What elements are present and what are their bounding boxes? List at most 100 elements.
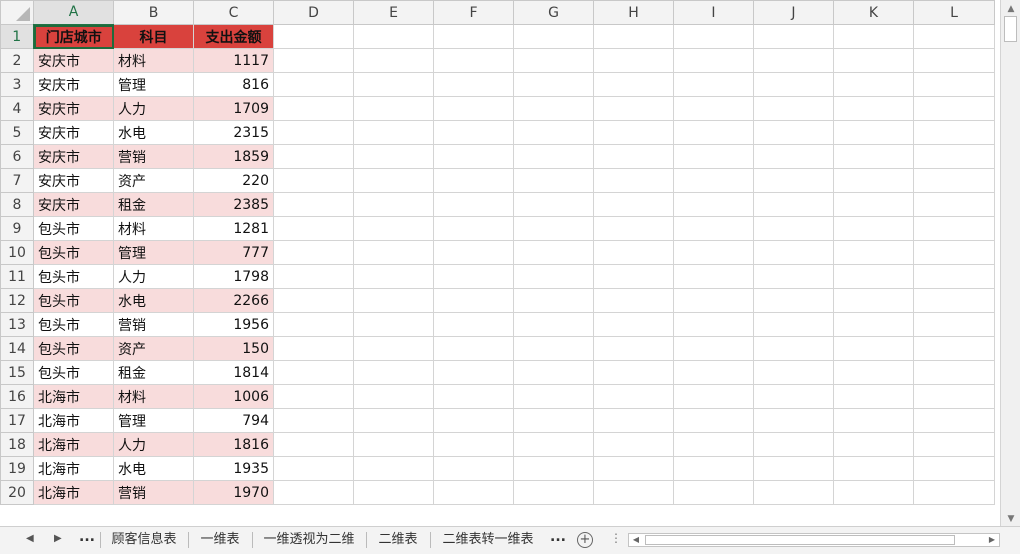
empty-cell[interactable] — [593, 240, 674, 265]
empty-cell[interactable] — [833, 408, 914, 433]
empty-cell[interactable] — [513, 240, 594, 265]
row-header[interactable]: 8 — [0, 192, 34, 217]
cell-amount[interactable]: 1814 — [193, 360, 274, 385]
empty-cell[interactable] — [513, 432, 594, 457]
empty-cell[interactable] — [673, 312, 754, 337]
empty-cell[interactable] — [753, 216, 834, 241]
empty-cell[interactable] — [353, 168, 434, 193]
empty-cell[interactable] — [673, 216, 754, 241]
empty-cell[interactable] — [433, 120, 514, 145]
empty-cell[interactable] — [273, 216, 354, 241]
cell-city[interactable]: 北海市 — [33, 432, 114, 457]
cell-amount[interactable]: 2315 — [193, 120, 274, 145]
empty-cell[interactable] — [353, 192, 434, 217]
empty-cell[interactable] — [353, 264, 434, 289]
column-header-j[interactable]: J — [753, 0, 834, 25]
empty-cell[interactable] — [593, 288, 674, 313]
scroll-left-icon[interactable]: ◀ — [630, 534, 642, 546]
empty-cell[interactable] — [353, 408, 434, 433]
cell-city[interactable]: 包头市 — [33, 336, 114, 361]
row-header[interactable]: 10 — [0, 240, 34, 265]
empty-cell[interactable] — [833, 24, 914, 49]
empty-cell[interactable] — [673, 432, 754, 457]
empty-cell[interactable] — [753, 264, 834, 289]
empty-cell[interactable] — [593, 72, 674, 97]
empty-cell[interactable] — [913, 360, 995, 385]
cell-city[interactable]: 包头市 — [33, 312, 114, 337]
cell-subject[interactable]: 材料 — [113, 48, 194, 73]
empty-cell[interactable] — [833, 456, 914, 481]
cell-subject[interactable]: 材料 — [113, 384, 194, 409]
empty-cell[interactable] — [513, 264, 594, 289]
scroll-up-icon[interactable]: ▲ — [1004, 2, 1018, 16]
empty-cell[interactable] — [273, 72, 354, 97]
empty-cell[interactable] — [593, 480, 674, 505]
empty-cell[interactable] — [433, 240, 514, 265]
empty-cell[interactable] — [593, 384, 674, 409]
empty-cell[interactable] — [753, 384, 834, 409]
empty-cell[interactable] — [913, 408, 995, 433]
column-header-g[interactable]: G — [513, 0, 594, 25]
empty-cell[interactable] — [273, 336, 354, 361]
empty-cell[interactable] — [513, 144, 594, 169]
row-header[interactable]: 15 — [0, 360, 34, 385]
empty-cell[interactable] — [433, 456, 514, 481]
tab-customer-info[interactable]: 顾客信息表 — [104, 530, 184, 550]
cell-header-city[interactable]: 门店城市 — [33, 24, 114, 49]
row-header[interactable]: 20 — [0, 480, 34, 505]
cell-city[interactable]: 安庆市 — [33, 168, 114, 193]
empty-cell[interactable] — [353, 336, 434, 361]
empty-cell[interactable] — [833, 480, 914, 505]
row-header[interactable]: 13 — [0, 312, 34, 337]
empty-cell[interactable] — [753, 312, 834, 337]
empty-cell[interactable] — [513, 48, 594, 73]
cell-amount[interactable]: 1956 — [193, 312, 274, 337]
empty-cell[interactable] — [753, 120, 834, 145]
cell-subject[interactable]: 材料 — [113, 216, 194, 241]
cell-amount[interactable]: 1970 — [193, 480, 274, 505]
empty-cell[interactable] — [513, 216, 594, 241]
row-header[interactable]: 3 — [0, 72, 34, 97]
empty-cell[interactable] — [433, 336, 514, 361]
cell-subject[interactable]: 资产 — [113, 336, 194, 361]
column-header-d[interactable]: D — [273, 0, 354, 25]
empty-cell[interactable] — [753, 192, 834, 217]
empty-cell[interactable] — [353, 432, 434, 457]
cell-amount[interactable]: 1859 — [193, 144, 274, 169]
cell-amount[interactable]: 777 — [193, 240, 274, 265]
empty-cell[interactable] — [913, 24, 995, 49]
empty-cell[interactable] — [833, 120, 914, 145]
empty-cell[interactable] — [913, 168, 995, 193]
empty-cell[interactable] — [593, 168, 674, 193]
cell-city[interactable]: 包头市 — [33, 216, 114, 241]
tab-scroll-left-icon[interactable]: ◀ — [26, 533, 34, 544]
cell-amount[interactable]: 1281 — [193, 216, 274, 241]
cell-amount[interactable]: 150 — [193, 336, 274, 361]
empty-cell[interactable] — [273, 408, 354, 433]
empty-cell[interactable] — [433, 264, 514, 289]
empty-cell[interactable] — [593, 96, 674, 121]
empty-cell[interactable] — [593, 216, 674, 241]
empty-cell[interactable] — [513, 408, 594, 433]
empty-cell[interactable] — [913, 480, 995, 505]
empty-cell[interactable] — [833, 336, 914, 361]
empty-cell[interactable] — [833, 168, 914, 193]
empty-cell[interactable] — [593, 24, 674, 49]
empty-cell[interactable] — [433, 72, 514, 97]
empty-cell[interactable] — [353, 240, 434, 265]
empty-cell[interactable] — [513, 72, 594, 97]
empty-cell[interactable] — [833, 432, 914, 457]
empty-cell[interactable] — [593, 312, 674, 337]
column-header-i[interactable]: I — [673, 0, 754, 25]
empty-cell[interactable] — [353, 216, 434, 241]
empty-cell[interactable] — [833, 96, 914, 121]
tab-two-to-one-dim[interactable]: 二维表转一维表 — [434, 530, 542, 550]
row-header[interactable]: 4 — [0, 96, 34, 121]
empty-cell[interactable] — [673, 288, 754, 313]
empty-cell[interactable] — [913, 432, 995, 457]
empty-cell[interactable] — [753, 24, 834, 49]
cell-amount[interactable]: 2266 — [193, 288, 274, 313]
vertical-scroll-thumb[interactable] — [1004, 16, 1017, 42]
empty-cell[interactable] — [273, 264, 354, 289]
empty-cell[interactable] — [753, 432, 834, 457]
